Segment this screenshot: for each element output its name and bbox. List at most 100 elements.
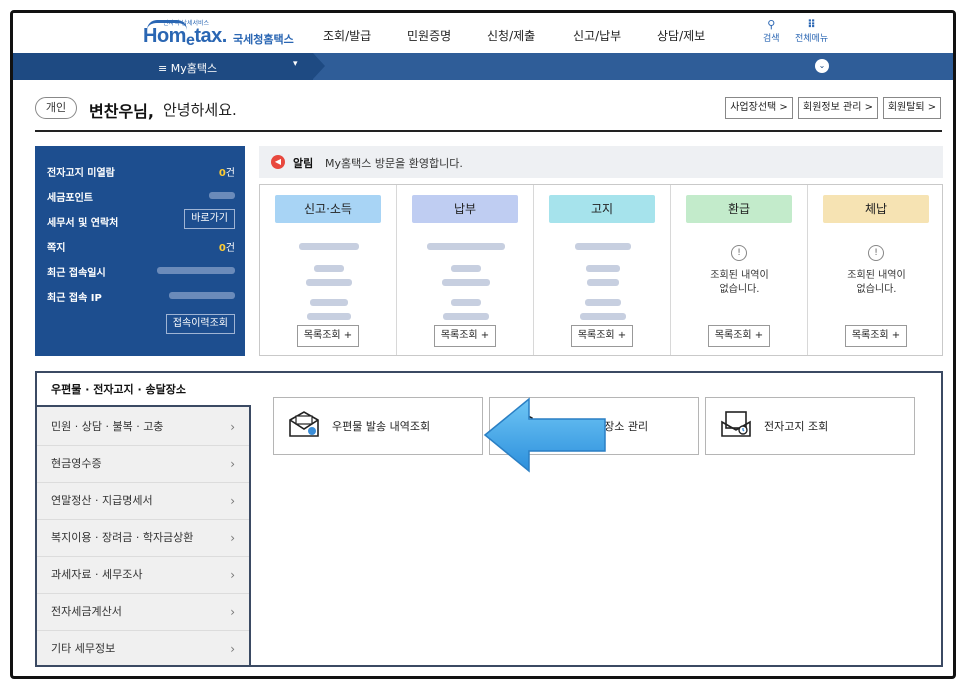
side-menu-item[interactable]: 복지이용 · 장려금 · 학자금상환 › — [37, 520, 249, 557]
count-unit: 건 — [225, 243, 235, 254]
count-unit: 건 — [225, 168, 235, 179]
side-menu-label: 민원 · 상담 · 불복 · 고충 — [51, 420, 164, 433]
redacted-line — [397, 305, 534, 324]
redacted-value — [169, 291, 235, 302]
mail-search-icon — [289, 411, 319, 437]
gnb-certificate[interactable]: 민원증명 — [407, 27, 451, 44]
allmenu-label: 전체메뉴 — [795, 34, 829, 44]
chevron-right-icon: › — [230, 531, 235, 545]
member-info-button[interactable]: 회원정보 관리 > — [798, 97, 878, 119]
side-menu-item[interactable]: 기타 세무정보 › — [37, 631, 249, 668]
gnb-inquiry[interactable]: 조회/발급 — [323, 27, 371, 44]
search-button[interactable]: ⚲ 검색 — [763, 18, 780, 45]
side-menu-label: 현금영수증 — [51, 457, 102, 470]
side-menu-active-item[interactable]: 우편물 · 전자고지 · 송달장소 — [37, 373, 251, 407]
side-menu-border — [249, 407, 251, 665]
empty-line: 조회된 내역이 — [710, 270, 769, 281]
card-arrears: 체납 ! 조회된 내역이 없습니다. 목록조회 + — [808, 185, 945, 355]
list-view-button[interactable]: 목록조회 + — [434, 325, 496, 347]
side-menu-label: 기타 세무정보 — [51, 642, 116, 655]
side-menu-label: 복지이용 · 장려금 · 학자금상환 — [51, 531, 194, 544]
count-value: 0 — [218, 168, 226, 179]
sub-navigation: ≡ My홈택스 ▾ ⌄ — [13, 53, 953, 80]
summary-label: 세금포인트 — [47, 193, 93, 204]
divider — [35, 130, 942, 132]
login-history-button[interactable]: 접속이력조회 — [165, 314, 235, 334]
side-menu-item[interactable]: 현금영수증 › — [37, 446, 249, 483]
status-cards: 신고·소득 목록조회 + 납부 목록조회 + 고지 목록조회 + 환급 ! 조회… — [259, 184, 943, 356]
redacted-value — [209, 191, 235, 202]
empty-message: 조회된 내역이 없습니다. — [671, 269, 808, 297]
select-business-button[interactable]: 사업장선택 > — [725, 97, 793, 119]
empty-line: 없습니다. — [856, 284, 897, 295]
goto-button[interactable]: 바로가기 — [184, 209, 235, 229]
browser-frame: 전자적 납세서비스 Hometax. 국세청홈택스 조회/발급 민원증명 신청/… — [10, 10, 956, 679]
empty-line: 없습니다. — [719, 284, 760, 295]
side-menu-item[interactable]: 연말정산 · 지급명세서 › — [37, 483, 249, 520]
card-title[interactable]: 납부 — [412, 195, 518, 223]
withdraw-button[interactable]: 회원탈퇴 > — [883, 97, 941, 119]
top-header: 전자적 납세서비스 Hometax. 국세청홈택스 조회/발급 민원증명 신청/… — [13, 13, 953, 53]
allmenu-button[interactable]: ⠿ 전체메뉴 — [795, 18, 829, 45]
chevron-right-icon: › — [230, 457, 235, 471]
side-menu-item[interactable]: 민원 · 상담 · 불복 · 고충 › — [37, 409, 249, 446]
service-label: 우편물 발송 내역조회 — [332, 420, 431, 433]
logo-subtitle: 국세청홈택스 — [233, 33, 294, 46]
list-view-button[interactable]: 목록조회 + — [845, 325, 907, 347]
side-menu-label: 연말정산 · 지급명세서 — [51, 494, 153, 507]
redacted-line — [534, 305, 671, 324]
e-notice-card[interactable]: 전자고지 조회 — [705, 397, 915, 455]
empty-line: 조회된 내역이 — [847, 270, 906, 281]
my-hometax-label: ≡ My홈택스 — [158, 62, 218, 75]
redacted-line — [397, 271, 534, 290]
redacted-line — [260, 271, 397, 290]
gnb-report-pay[interactable]: 신고/납부 — [573, 27, 621, 44]
redacted-line — [534, 271, 671, 290]
list-view-button[interactable]: 목록조회 + — [297, 325, 359, 347]
expand-circle-icon[interactable]: ⌄ — [815, 59, 829, 73]
list-view-button[interactable]: 목록조회 + — [708, 325, 770, 347]
logo-brand-part-b: tax. — [194, 25, 227, 47]
megaphone-icon: ◀ — [271, 155, 285, 169]
gnb-consult[interactable]: 상담/제보 — [657, 27, 705, 44]
info-icon: ! — [868, 245, 884, 261]
chevron-right-icon: › — [230, 420, 235, 434]
mail-history-card[interactable]: 우편물 발송 내역조회 — [273, 397, 483, 455]
card-title[interactable]: 신고·소득 — [275, 195, 381, 223]
unread-notice-count[interactable]: 0건 — [219, 164, 235, 179]
side-menu-item[interactable]: 과세자료 · 세무조사 › — [37, 557, 249, 594]
redacted-line — [534, 235, 671, 254]
summary-label: 최근 접속일시 — [47, 268, 106, 279]
chevron-right-icon: › — [230, 494, 235, 508]
summary-label: 전자고지 미열람 — [47, 168, 115, 179]
side-menu: 우편물 · 전자고지 · 송달장소 민원 · 상담 · 불복 · 고충 › 현금영… — [37, 373, 251, 668]
card-title[interactable]: 환급 — [686, 195, 792, 223]
my-hometax-dropdown[interactable]: ≡ My홈택스 ▾ — [13, 53, 325, 80]
message-count[interactable]: 0건 — [219, 239, 235, 254]
notice-text: My홈택스 방문을 환영합니다. — [325, 157, 463, 170]
chevron-right-icon: › — [230, 642, 235, 656]
pointer-arrow-icon — [483, 397, 606, 473]
chevron-right-icon: › — [230, 568, 235, 582]
logo-brand-part-e: e — [185, 32, 195, 49]
info-icon: ! — [731, 245, 747, 261]
document-search-icon — [721, 411, 751, 437]
summary-label: 쪽지 — [47, 243, 66, 254]
chevron-right-icon: › — [230, 605, 235, 619]
dropdown-caret-icon: ▾ — [293, 59, 298, 69]
side-menu-item[interactable]: 전자세금계산서 › — [37, 594, 249, 631]
redacted-line — [397, 235, 534, 254]
grid-icon: ⠿ — [807, 18, 816, 31]
card-title[interactable]: 체납 — [823, 195, 929, 223]
user-type-badge: 개인 — [35, 97, 77, 119]
empty-message: 조회된 내역이 없습니다. — [808, 269, 945, 297]
logo-brand: Hometax. — [143, 25, 227, 49]
gnb-apply[interactable]: 신청/제출 — [487, 27, 535, 44]
search-icon: ⚲ — [767, 18, 776, 31]
redacted-line — [260, 235, 397, 254]
redacted-value — [157, 266, 235, 277]
summary-label: 최근 접속 IP — [47, 293, 102, 304]
card-title[interactable]: 고지 — [549, 195, 655, 223]
list-view-button[interactable]: 목록조회 + — [571, 325, 633, 347]
card-notice: 고지 목록조회 + — [534, 185, 671, 355]
